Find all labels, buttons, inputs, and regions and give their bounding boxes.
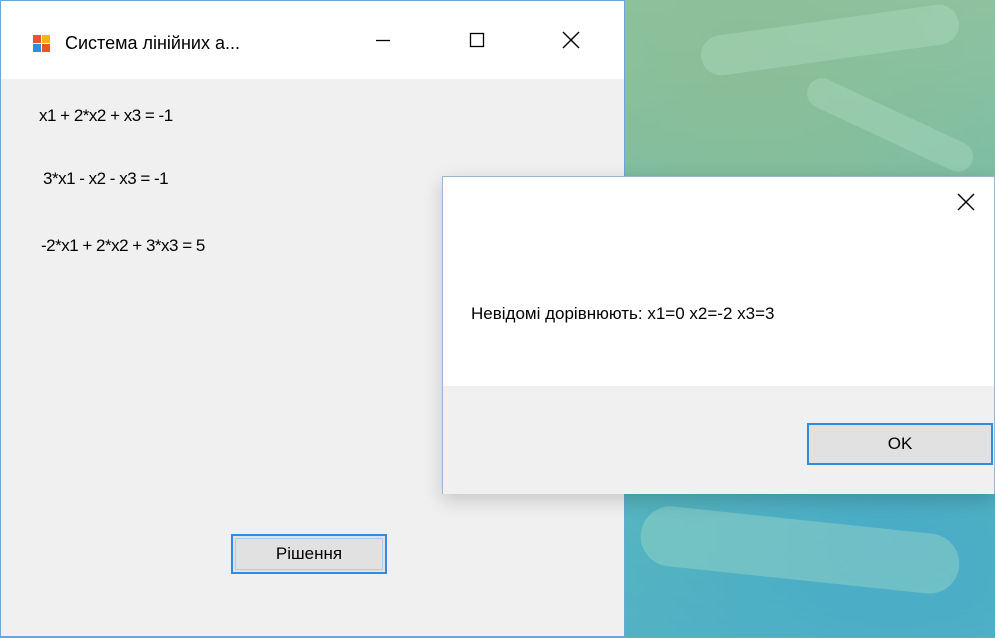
message-text: Невідомі дорівнюють: x1=0 x2=-2 x3=3: [471, 304, 775, 323]
close-icon: [957, 193, 975, 211]
title-bar[interactable]: Система лінійних а...: [1, 1, 624, 79]
minimize-icon: [376, 39, 390, 42]
solve-button-label: Рішення: [275, 544, 343, 563]
equation-2: 3*x1 - x2 - x3 = -1: [43, 169, 169, 188]
window-title: Система лінійних а...: [65, 33, 240, 53]
equation-3: -2*x1 + 2*x2 + 3*x3 = 5: [41, 236, 205, 255]
app-icon: [33, 35, 51, 53]
maximize-button[interactable]: [447, 1, 507, 79]
maximize-icon: [469, 32, 485, 48]
message-box: Невідомі дорівнюють: x1=0 x2=-2 x3=3 OK: [442, 176, 995, 494]
minimize-button[interactable]: [353, 1, 413, 79]
equation-1: x1 + 2*x2 + x3 = -1: [39, 106, 173, 125]
message-footer: OK: [443, 386, 994, 494]
solve-button[interactable]: Рішення: [231, 534, 387, 574]
close-button[interactable]: [541, 1, 601, 79]
ok-button[interactable]: OK: [807, 423, 993, 465]
close-icon: [562, 31, 580, 49]
message-close-button[interactable]: [938, 177, 994, 227]
ok-button-label: OK: [887, 434, 913, 453]
